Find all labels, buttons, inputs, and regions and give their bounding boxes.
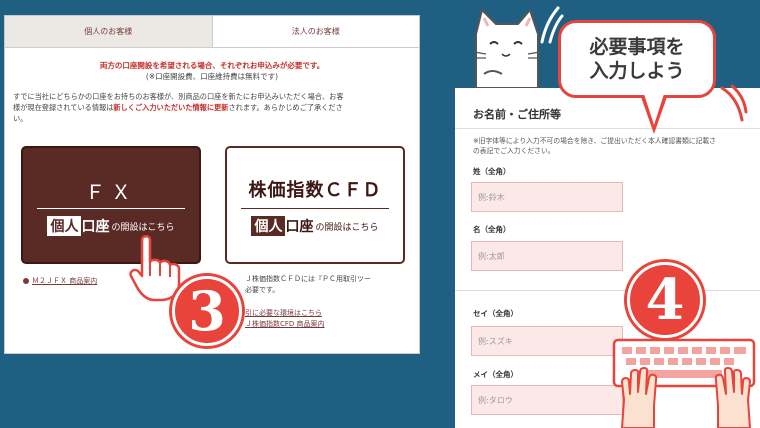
fx-card-title: ＦＸ — [85, 180, 137, 204]
field-divider — [455, 290, 760, 291]
bubble-line1: 必要事項を — [589, 36, 685, 58]
fx-card-divider — [37, 208, 185, 209]
first-name-kana-label: メイ（全角） — [473, 370, 518, 379]
form-note: ※旧字体等により入力不可の場合を除き、ご提出いただく本人確認書類に記載さ の表記… — [473, 136, 716, 156]
cfd-product-link[interactable]: Ｊ株価指数CFD 商品案内 — [245, 319, 325, 330]
pointing-hand-icon — [129, 235, 181, 302]
cfd-links: 引に必要な環境はこちら Ｊ株価指数CFD 商品案内 — [245, 308, 325, 330]
notice: 両方の口座開設を希望される場合、それぞれお申込みが必要です。 (※口座開設費、口… — [5, 60, 419, 82]
emphasis-lines-right-icon — [720, 84, 748, 122]
first-name-kana-input[interactable]: 例:タロウ — [471, 385, 623, 415]
cfd-note: Ｊ株価指数ＣＦＤには『ＰＣ用取引ツー 必要です。 — [245, 274, 371, 296]
cfd-card-subtitle: 個人 口座 の開設はこちら — [227, 216, 403, 236]
speech-bubble: 必要事項を 入力しよう — [558, 20, 716, 98]
form-note-line1: ※旧字体等により入力不可の場合を除き、ご提出いただく本人確認書類に記載さ — [473, 137, 716, 145]
fx-tail-text: の開設はこちら — [111, 222, 175, 233]
section-divider — [455, 128, 760, 129]
cfd-box-account: 口座 — [285, 219, 314, 235]
tab-individual[interactable]: 個人のお客様 — [5, 16, 213, 47]
desc-b2: されます。あらかじめご了承くださ — [228, 103, 343, 112]
tab-corporate[interactable]: 法人のお客様 — [212, 16, 419, 47]
desc-b1: 様が現在登録されている情報は — [13, 103, 114, 112]
form-note-line2: の表記でご入力ください。 — [473, 147, 555, 155]
last-name-kana-input[interactable]: 例:スズキ — [471, 326, 623, 356]
fx-product-link[interactable]: Ｍ２ＪＦＸ 商品案内 — [23, 276, 97, 286]
first-name-input[interactable]: 例:太郎 — [471, 241, 623, 271]
step-4-badge: 4 — [627, 262, 703, 338]
notice-red-text: 両方の口座開設を希望される場合、それぞれお申込みが必要です。 — [99, 61, 325, 70]
desc-line-c: い。 — [13, 114, 28, 123]
cfd-note-line2: 必要です。 — [245, 286, 280, 294]
last-name-label: 姓（全角） — [473, 167, 511, 176]
fx-box-account: 口座 — [81, 219, 110, 235]
cfd-card-title: 株価指数ＣＦＤ — [248, 180, 382, 201]
last-name-kana-label: セイ（全角） — [473, 309, 518, 318]
cfd-box-individual: 個人 — [251, 216, 286, 236]
cfd-tail-text: の開設はこちら — [315, 222, 379, 233]
first-name-label: 名（全角） — [473, 225, 511, 234]
fx-box-individual: 個人 — [47, 216, 82, 236]
last-name-input[interactable]: 例:鈴木 — [471, 182, 623, 212]
environment-link[interactable]: 引に必要な環境はこちら — [245, 308, 325, 319]
cfd-note-line1: Ｊ株価指数ＣＦＤには『ＰＣ用取引ツー — [245, 275, 371, 283]
cat-icon — [473, 9, 541, 88]
bullet-icon — [23, 278, 29, 284]
fx-product-link-text: Ｍ２ＪＦＸ 商品案内 — [32, 277, 98, 285]
desc-line-a: すでに当社にどちらかの口座をお持ちのお客様が、別商品の口座を新たにお申込みいただ… — [13, 92, 344, 101]
cfd-card-divider — [241, 208, 389, 209]
notice-sub-text: (※口座開設費、口座維持費は無料です) — [145, 72, 279, 81]
desc-b-red: 新しくご入力いただいた情報に更新 — [113, 103, 229, 112]
bubble-tail-inner — [644, 94, 664, 125]
cfd-account-button[interactable]: 株価指数ＣＦＤ 個人 口座 の開設はこちら — [225, 146, 405, 264]
desc-line-b: 様が現在登録されている情報は新しくご入力いただいた情報に更新されます。あらかじめ… — [13, 102, 411, 113]
description: すでに当社にどちらかの口座をお持ちのお客様が、別商品の口座を新たにお申込みいただ… — [5, 91, 419, 124]
bubble-line2: 入力しよう — [589, 60, 685, 82]
step-3-badge: 3 — [172, 276, 242, 346]
typing-hands-icon — [621, 367, 751, 428]
form-section-title: お名前・ご住所等 — [473, 108, 561, 121]
customer-tabs: 個人のお客様 法人のお客様 — [5, 16, 419, 48]
